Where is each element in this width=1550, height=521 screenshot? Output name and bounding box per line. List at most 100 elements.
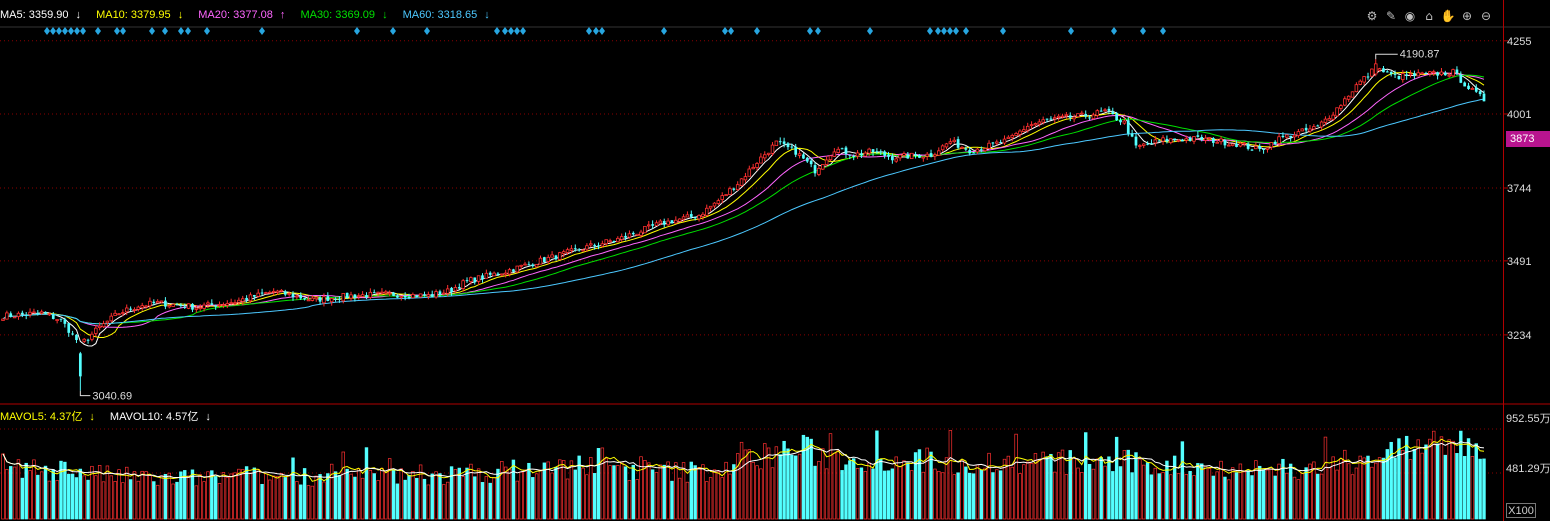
candle-body <box>252 295 256 297</box>
volume-bar <box>677 477 682 520</box>
candle-body <box>1405 74 1409 76</box>
volume-bar <box>855 467 860 520</box>
candle-body <box>303 298 306 300</box>
candle-body <box>1319 121 1324 128</box>
candle-body <box>1358 80 1363 85</box>
candle-body <box>1165 138 1169 142</box>
candle-body <box>426 294 431 297</box>
volume-unit-button[interactable]: X100 <box>1506 503 1536 518</box>
volume-bar <box>159 475 164 520</box>
signal-marker <box>947 27 953 35</box>
stock-chart[interactable]: 4190.87 3040.69 4255 4001 3744 3491 3234 952.5… <box>0 0 1550 521</box>
candle-body <box>1339 105 1343 109</box>
candle-body <box>152 301 156 304</box>
volume-bar <box>608 465 612 520</box>
volume-bar <box>1041 451 1045 520</box>
volume-bar <box>163 473 168 520</box>
candle-body <box>1095 110 1100 116</box>
candle-body <box>210 303 214 305</box>
signal-marker <box>204 27 210 35</box>
volume-tick-label: 952.55万 <box>1506 413 1550 425</box>
candle-body <box>1045 118 1049 120</box>
volume-ma-lines <box>2 438 1485 482</box>
volume-bar <box>1076 467 1080 520</box>
candle-body <box>1362 76 1366 83</box>
candle-body <box>105 320 110 324</box>
volume-bar <box>1428 438 1432 520</box>
volume-bar <box>1126 449 1130 520</box>
volume-bar <box>983 467 987 520</box>
volume-bar <box>554 466 558 520</box>
volume-bar <box>1292 476 1297 520</box>
volume-bar <box>937 470 941 520</box>
volume-bar <box>148 475 152 520</box>
volume-bar <box>140 470 144 520</box>
candle-body <box>44 311 47 314</box>
volume-bar <box>1014 433 1018 520</box>
candle-body <box>434 291 438 298</box>
candle-body <box>75 334 78 340</box>
volume-bar <box>186 475 191 520</box>
volume-bar <box>770 467 775 520</box>
volume-bar <box>600 447 605 520</box>
candle-body <box>1122 120 1127 124</box>
volume-bar <box>221 472 226 520</box>
candle-body <box>1076 113 1080 118</box>
candle-body <box>318 297 322 302</box>
signal-marker <box>514 27 520 35</box>
candle-body <box>124 307 129 313</box>
candle-body <box>1126 120 1130 134</box>
volume-bar <box>565 478 570 520</box>
zoom-in-icon[interactable]: ⊕ <box>1459 8 1475 24</box>
candle-body <box>376 291 380 294</box>
volume-bar <box>813 465 817 520</box>
volume-bar <box>693 465 697 520</box>
volume-bar <box>341 451 345 520</box>
gear-icon[interactable]: ⚙ <box>1364 8 1380 24</box>
candle-body <box>1292 134 1297 138</box>
hand-icon[interactable]: ✋ <box>1440 8 1456 24</box>
volume-bar <box>708 477 713 520</box>
candle-body <box>1482 93 1486 102</box>
candle-body <box>1467 85 1470 89</box>
candle-body <box>469 277 473 282</box>
volume-bar <box>852 458 856 520</box>
signal-marker <box>1068 27 1074 35</box>
volume-bar <box>1176 473 1181 520</box>
candle-body <box>407 297 411 299</box>
candle-body <box>1068 115 1072 118</box>
signal-marker <box>424 27 430 35</box>
volume-bar <box>9 466 13 520</box>
volume-bar <box>1374 462 1378 520</box>
volume-bar <box>225 477 229 520</box>
volume-bar <box>1296 479 1301 520</box>
volume-bar <box>824 468 829 520</box>
volume-bar <box>345 468 349 520</box>
candle-body <box>329 298 334 303</box>
volume-bar <box>604 458 608 520</box>
candle-body <box>914 154 917 156</box>
candle-body <box>604 239 608 245</box>
volume-bar <box>70 473 75 520</box>
zoom-out-icon[interactable]: ⊖ <box>1478 8 1494 24</box>
candle-body <box>538 257 543 265</box>
volume-bar <box>1118 466 1123 520</box>
candle-body <box>1099 110 1103 112</box>
volume-bar <box>326 473 330 520</box>
candle-body <box>894 158 898 162</box>
volume-bar <box>132 471 137 520</box>
eye-icon[interactable]: ◉ <box>1402 8 1418 24</box>
candle-body <box>1176 139 1181 142</box>
volume-bar <box>623 466 628 520</box>
candle-body <box>396 295 399 298</box>
house-icon[interactable]: ⌂ <box>1421 8 1437 24</box>
candle-body <box>279 289 284 292</box>
candle-body <box>132 309 137 311</box>
volume-bar <box>136 480 141 520</box>
volume-bar <box>190 469 195 520</box>
candle-body <box>1242 142 1247 145</box>
volume-bar <box>1412 449 1417 520</box>
candle-body <box>1203 137 1208 141</box>
volume-bar <box>391 469 396 520</box>
pen-icon[interactable]: ✎ <box>1383 8 1399 24</box>
